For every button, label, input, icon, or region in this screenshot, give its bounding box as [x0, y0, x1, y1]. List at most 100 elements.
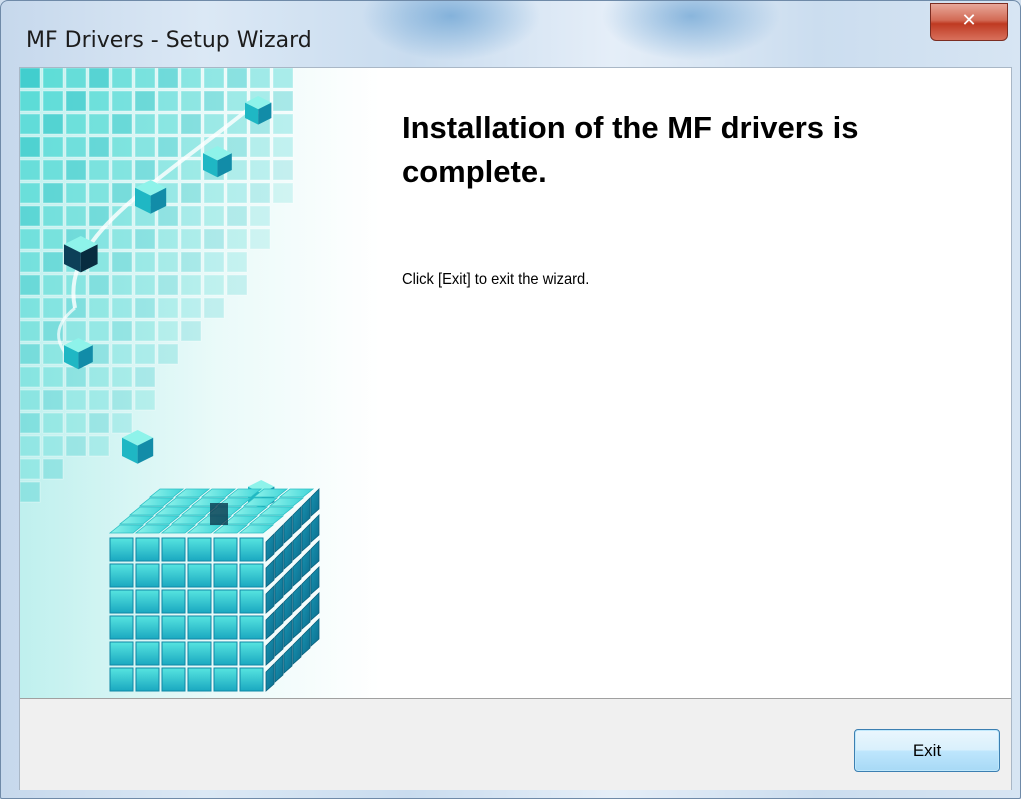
grid-cube	[65, 182, 87, 204]
grid-cube	[88, 297, 110, 319]
cube-face-block	[135, 667, 160, 692]
grid-cube	[111, 159, 133, 181]
grid-cube	[134, 136, 156, 158]
cube-face-block	[109, 641, 134, 666]
grid-cube	[42, 297, 64, 319]
cube-face-block	[213, 615, 238, 640]
grid-cube	[65, 435, 87, 457]
grid-cube	[65, 68, 87, 89]
grid-cube	[88, 389, 110, 411]
grid-cube	[203, 182, 225, 204]
grid-cube	[180, 320, 202, 342]
exit-button[interactable]: Exit	[854, 729, 1000, 772]
title-bar-glow	[361, 1, 541, 61]
grid-cube	[111, 182, 133, 204]
cube-gap	[210, 503, 228, 525]
grid-cube	[42, 182, 64, 204]
grid-cube	[111, 343, 133, 365]
title-bar-glow	[601, 1, 781, 61]
grid-cube	[180, 68, 202, 89]
grid-cube	[20, 481, 41, 503]
grid-cube	[249, 182, 271, 204]
grid-cube	[20, 228, 41, 250]
grid-cube	[157, 343, 179, 365]
grid-cube	[65, 366, 87, 388]
grid-cube	[249, 159, 271, 181]
setup-wizard-window: MF Drivers - Setup Wizard ✕ Installation…	[0, 0, 1021, 799]
grid-cube	[42, 159, 64, 181]
close-button[interactable]: ✕	[930, 3, 1008, 41]
grid-cube	[226, 205, 248, 227]
cube-face-block	[239, 589, 264, 614]
grid-cube	[157, 274, 179, 296]
grid-cube	[42, 113, 64, 135]
close-icon: ✕	[961, 10, 977, 31]
grid-cube	[272, 159, 294, 181]
title-bar[interactable]: MF Drivers - Setup Wizard ✕	[1, 1, 1020, 67]
grid-cube	[203, 297, 225, 319]
grid-cube	[134, 343, 156, 365]
cube-face-block	[187, 537, 212, 562]
grid-cube	[203, 274, 225, 296]
cube-face-block	[213, 563, 238, 588]
cube-face-block	[161, 615, 186, 640]
grid-cube	[157, 205, 179, 227]
grid-cube	[20, 68, 41, 89]
cube-face-block	[161, 589, 186, 614]
grid-cube	[88, 274, 110, 296]
grid-cube	[180, 205, 202, 227]
grid-cube	[88, 320, 110, 342]
grid-cube	[134, 228, 156, 250]
grid-cube	[180, 159, 202, 181]
grid-cube	[20, 366, 41, 388]
cube-face-block	[239, 667, 264, 692]
grid-cube	[203, 228, 225, 250]
grid-cube	[180, 228, 202, 250]
grid-cube	[157, 251, 179, 273]
grid-cube	[226, 274, 248, 296]
grid-cube	[20, 435, 41, 457]
grid-cube	[20, 113, 41, 135]
completion-heading: Installation of the MF drivers is comple…	[402, 110, 859, 189]
grid-cube	[20, 136, 41, 158]
cube-face-block	[187, 589, 212, 614]
cube-graphic	[20, 68, 380, 698]
cube-face-block	[109, 589, 134, 614]
grid-cube	[134, 90, 156, 112]
grid-cube	[180, 251, 202, 273]
cube-face-block	[135, 537, 160, 562]
cube-face-block	[213, 537, 238, 562]
cube-face-block	[109, 537, 134, 562]
cube-face-block	[109, 563, 134, 588]
grid-cube	[88, 412, 110, 434]
grid-cube	[42, 412, 64, 434]
grid-cube	[226, 90, 248, 112]
cube-face-block	[161, 667, 186, 692]
grid-cube	[111, 228, 133, 250]
grid-cube	[88, 68, 110, 89]
grid-cube	[65, 113, 87, 135]
grid-cube	[20, 159, 41, 181]
grid-cube	[20, 389, 41, 411]
cube-face-block	[213, 589, 238, 614]
grid-cube	[111, 113, 133, 135]
grid-cube	[203, 68, 225, 89]
grid-cube	[180, 274, 202, 296]
grid-cube	[42, 274, 64, 296]
grid-cube	[134, 297, 156, 319]
grid-cube	[42, 68, 64, 89]
grid-cube	[65, 412, 87, 434]
grid-cube	[111, 251, 133, 273]
cube-face-block	[239, 563, 264, 588]
grid-cube	[180, 113, 202, 135]
grid-cube	[226, 182, 248, 204]
grid-cube	[65, 90, 87, 112]
grid-cube	[134, 274, 156, 296]
grid-cube	[20, 297, 41, 319]
cube-face-block	[239, 641, 264, 666]
grid-cube	[20, 412, 41, 434]
grid-cube	[42, 251, 64, 273]
grid-cube	[65, 159, 87, 181]
grid-cube	[111, 389, 133, 411]
grid-cube	[111, 366, 133, 388]
